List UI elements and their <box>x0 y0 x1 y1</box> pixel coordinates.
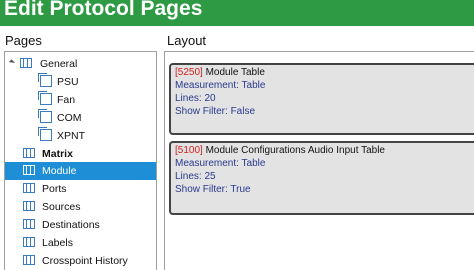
table-icon <box>23 255 35 265</box>
tree-item-label: Labels <box>42 237 73 249</box>
table-icon <box>23 148 35 158</box>
card-title: [5100] Module Configurations Audio Input… <box>175 145 385 156</box>
layout-card[interactable]: [5250] Module Table Measurement: Table L… <box>169 63 474 135</box>
page-icon <box>38 73 52 87</box>
tree-item-crosspoint-history[interactable]: Crosspoint History <box>5 252 156 270</box>
page-icon <box>38 91 52 105</box>
dialog-header: Edit Protocol Pages <box>0 0 474 26</box>
table-icon <box>20 58 32 68</box>
expand-collapse-icon[interactable] <box>8 59 16 66</box>
dialog-title: Edit Protocol Pages <box>4 0 203 20</box>
card-title: [5250] Module Table <box>175 67 265 78</box>
tree-item-matrix[interactable]: Matrix <box>5 145 156 163</box>
tree-item-label: Ports <box>42 183 67 195</box>
tree-item-label: Fan <box>57 94 76 106</box>
tree-item-label: Crosspoint History <box>42 255 128 267</box>
pages-panel-label: Pages <box>5 33 42 48</box>
card-lines: Lines: 20 <box>175 93 216 104</box>
tree-item-label: Sources <box>42 201 81 213</box>
tree-item-label: XPNT <box>57 130 86 142</box>
table-icon <box>23 165 35 175</box>
tree-item-xpnt[interactable]: XPNT <box>5 127 156 145</box>
card-show-filter: Show Filter: False <box>175 106 256 117</box>
card-name: Module Configurations Audio Input Table <box>205 145 385 156</box>
tree-item-psu[interactable]: PSU <box>5 73 156 91</box>
page-icon <box>38 127 52 141</box>
page-icon <box>38 109 52 123</box>
card-name: Module Table <box>205 67 265 78</box>
table-icon <box>23 201 35 211</box>
layout-panel-label: Layout <box>167 33 207 48</box>
tree-item-module[interactable]: Module <box>5 162 156 180</box>
table-icon <box>23 219 35 229</box>
card-parameter-id: [5100] <box>175 145 203 156</box>
pages-tree[interactable]: General PSU Fan COM XPNT Matrix Module P… <box>4 51 157 270</box>
tree-item-ports[interactable]: Ports <box>5 180 156 198</box>
tree-item-destinations[interactable]: Destinations <box>5 216 156 234</box>
tree-item-label: PSU <box>57 76 79 88</box>
tree-item-com[interactable]: COM <box>5 109 156 127</box>
tree-item-sources[interactable]: Sources <box>5 198 156 216</box>
tree-item-label: Destinations <box>42 219 100 231</box>
card-parameter-id: [5250] <box>175 67 203 78</box>
table-icon <box>23 183 35 193</box>
tree-item-fan[interactable]: Fan <box>5 91 156 109</box>
table-icon <box>23 237 35 247</box>
tree-item-general[interactable]: General <box>5 55 156 73</box>
card-measurement: Measurement: Table <box>175 80 266 91</box>
tree-item-label: General <box>40 58 78 70</box>
card-lines: Lines: 25 <box>175 171 216 182</box>
tree-item-label: Module <box>42 165 77 177</box>
card-show-filter: Show Filter: True <box>175 184 251 195</box>
layout-card[interactable]: [5100] Module Configurations Audio Input… <box>169 141 474 215</box>
card-measurement: Measurement: Table <box>175 158 266 169</box>
tree-item-label: COM <box>57 112 82 124</box>
tree-item-label: Matrix <box>42 148 73 160</box>
tree-item-labels[interactable]: Labels <box>5 234 156 252</box>
